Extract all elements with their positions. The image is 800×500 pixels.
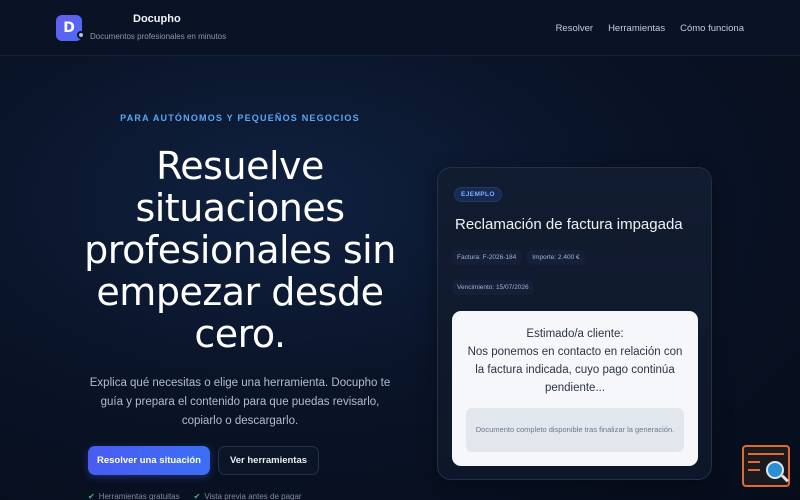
- invoice-due-date: Vencimiento: 15/07/2026: [452, 280, 534, 295]
- hero-subtitle: Explica qué necesitas o elige una herram…: [89, 377, 391, 427]
- view-tools-button[interactable]: Ver herramientas: [218, 446, 319, 475]
- meta-row: Vencimiento: 15/07/2026: [452, 280, 534, 295]
- widget-line: [748, 453, 784, 455]
- resolve-situation-button[interactable]: Resolver una situación: [88, 446, 210, 475]
- document-locked-note: Documento completo disponible tras final…: [466, 408, 684, 452]
- document-preview: Estimado/a cliente: Nos ponemos en conta…: [452, 311, 698, 466]
- site-header: D Docupho Documentos profesionales en mi…: [0, 0, 800, 56]
- feature-list: ✔ Herramientas gratuitas ✔ Vista previa …: [88, 492, 302, 500]
- main-nav: Resolver Herramientas Cómo funciona: [556, 23, 744, 34]
- check-icon: ✔: [88, 492, 95, 500]
- logo[interactable]: D: [56, 15, 85, 41]
- check-icon: ✔: [193, 492, 201, 500]
- feature-label: Herramientas gratuitas: [98, 492, 180, 500]
- nav-link-herramientas[interactable]: Herramientas: [608, 23, 665, 34]
- example-badge: EJEMPLO: [454, 187, 502, 202]
- widget-line: [748, 469, 760, 471]
- document-text: Estimado/a cliente: Nos ponemos en conta…: [467, 328, 683, 394]
- brand-tagline: Documentos profesionales en minutos: [90, 32, 227, 41]
- example-title: Reclamación de factura impagada: [455, 216, 683, 233]
- feature-label: Vista previa antes de pagar: [204, 492, 302, 500]
- logo-dot-icon: [77, 31, 85, 39]
- example-card: EJEMPLO Reclamación de factura impagada …: [437, 167, 712, 480]
- brand-name[interactable]: Docupho: [133, 13, 181, 25]
- invoice-number: Factura: F-2026-184: [452, 250, 522, 265]
- meta-row: Factura: F-2026-184 Importe: 2.400 €: [452, 250, 585, 265]
- hero-eyebrow: PARA AUTÓNOMOS Y PEQUEÑOS NEGOCIOS: [120, 113, 360, 123]
- widget-line: [748, 461, 760, 463]
- magnifier-handle: [781, 474, 789, 483]
- feature-item: ✔ Vista previa antes de pagar: [194, 492, 302, 500]
- feature-item: ✔ Herramientas gratuitas: [88, 492, 180, 500]
- logo-letter: D: [63, 20, 75, 36]
- floating-search-widget-icon[interactable]: [742, 445, 790, 487]
- nav-link-resolver[interactable]: Resolver: [556, 23, 594, 34]
- nav-link-como-funciona[interactable]: Cómo funciona: [680, 23, 744, 34]
- hero-headline: Resuelve situaciones profesionales sin e…: [84, 144, 396, 356]
- invoice-amount: Importe: 2.400 €: [527, 250, 585, 265]
